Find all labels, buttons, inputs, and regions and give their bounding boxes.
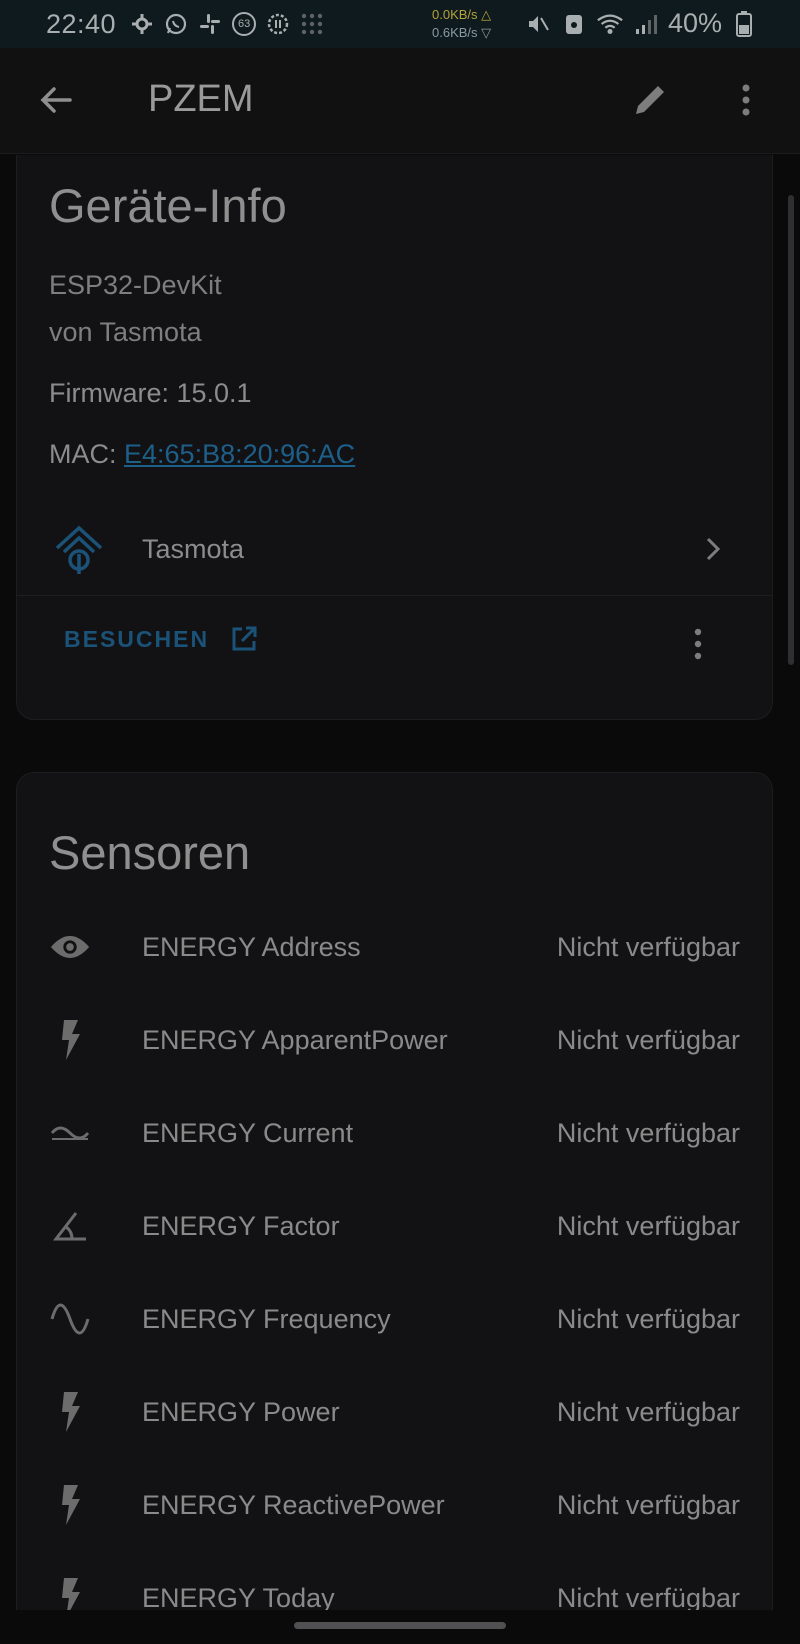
sensor-label: ENERGY ReactivePower <box>142 1490 445 1520</box>
sensor-value: Nicht verfügbar <box>556 1490 740 1520</box>
mac-label: MAC: <box>49 439 125 469</box>
sensor-row[interactable]: ENERGY Factor Nicht verfügbar <box>17 1195 772 1255</box>
edit-button[interactable] <box>628 78 672 122</box>
tasmota-logo-icon <box>53 524 105 576</box>
gear-pause-icon <box>264 10 292 38</box>
battery-saver-icon <box>560 10 588 38</box>
eye-icon <box>49 926 91 968</box>
sensor-label: ENERGY Frequency <box>142 1304 391 1334</box>
visit-device-button[interactable]: BESUCHEN <box>64 624 259 654</box>
firmware-version: Firmware: 15.0.1 <box>49 378 252 408</box>
sensor-row[interactable]: ENERGY Today Nicht verfügbar <box>17 1567 772 1610</box>
mute-icon <box>524 10 552 38</box>
sensor-label: ENERGY ApparentPower <box>142 1025 448 1055</box>
overflow-menu-button[interactable] <box>728 78 764 122</box>
device-info-card: Geräte-Info ESP32-DevKit von Tasmota Fir… <box>16 155 773 720</box>
dots-vertical-icon <box>694 628 702 660</box>
settings-gear-status-icon <box>128 10 156 38</box>
current-ac-icon <box>49 1112 91 1154</box>
apps-grid-icon <box>298 10 326 38</box>
download-speed: 0.6KB/s ▽ <box>432 25 492 40</box>
sine-wave-icon <box>49 1298 91 1340</box>
sensors-heading: Sensoren <box>49 826 251 879</box>
device-page-content[interactable]: Geräte-Info ESP32-DevKit von Tasmota Fir… <box>0 155 800 1610</box>
sensor-label: ENERGY Factor <box>142 1211 340 1241</box>
pencil-icon <box>636 86 664 114</box>
lightning-bolt-icon <box>49 1391 91 1433</box>
integration-name: Tasmota <box>142 534 245 564</box>
gesture-handle[interactable] <box>294 1622 506 1629</box>
dots-vertical-icon <box>742 84 750 116</box>
sensor-label: ENERGY Address <box>142 932 361 962</box>
sensor-value: Nicht verfügbar <box>556 1118 740 1148</box>
device-info-heading: Geräte-Info <box>49 179 287 232</box>
wifi-icon <box>596 10 624 38</box>
chevron-right-icon <box>700 534 726 564</box>
slack-icon <box>196 10 224 38</box>
status-time: 22:40 <box>46 8 117 39</box>
sensor-value: Nicht verfügbar <box>556 1025 740 1055</box>
sensor-value: Nicht verfügbar <box>556 1304 740 1334</box>
notification-count-badge: 63 <box>230 10 258 38</box>
device-model: ESP32-DevKit <box>49 270 222 300</box>
sensor-row[interactable]: ENERGY Current Nicht verfügbar <box>17 1102 772 1162</box>
integration-row-tasmota[interactable]: Tasmota <box>17 504 772 596</box>
sensor-label: ENERGY Current <box>142 1118 354 1148</box>
sensor-value: Nicht verfügbar <box>556 1211 740 1241</box>
whatsapp-icon <box>162 10 190 38</box>
sensor-row[interactable]: ENERGY Power Nicht verfügbar <box>17 1381 772 1441</box>
sensor-label: ENERGY Power <box>142 1397 340 1427</box>
back-button[interactable] <box>34 78 78 122</box>
mac-address-link[interactable]: E4:65:B8:20:96:AC <box>124 439 355 469</box>
device-manufacturer: von Tasmota <box>49 317 202 347</box>
scrollbar-thumb[interactable] <box>788 195 794 665</box>
system-status-icons: 40% <box>524 8 758 39</box>
lightning-bolt-icon <box>49 1019 91 1061</box>
sensor-row[interactable]: ENERGY ReactivePower Nicht verfügbar <box>17 1474 772 1534</box>
sensor-label: ENERGY Today <box>142 1583 335 1610</box>
sensors-card: Sensoren ENERGY Address Nicht verfügbar … <box>16 772 773 1610</box>
battery-icon <box>730 10 758 38</box>
lightning-bolt-icon <box>49 1484 91 1526</box>
sensor-value: Nicht verfügbar <box>556 1397 740 1427</box>
mac-address-row: MAC: E4:65:B8:20:96:AC <box>49 439 355 470</box>
app-bar: PZEM <box>0 48 800 154</box>
sensor-row[interactable]: ENERGY Frequency Nicht verfügbar <box>17 1288 772 1348</box>
angle-acute-icon <box>49 1205 91 1247</box>
status-bar: 22:40 63 0.0KB/s △ 0.6KB/s ▽ 40% <box>0 0 800 48</box>
integration-overflow-button[interactable] <box>690 624 706 664</box>
sensor-row[interactable]: ENERGY Address Nicht verfügbar <box>17 916 772 976</box>
lightning-bolt-icon <box>49 1577 91 1610</box>
status-notification-icons: 63 <box>128 10 326 38</box>
sensor-value: Nicht verfügbar <box>556 1583 740 1610</box>
arrow-left-icon <box>40 87 72 113</box>
signal-strength-icon <box>632 10 660 38</box>
upload-speed: 0.0KB/s △ <box>432 7 492 22</box>
battery-percentage: 40% <box>667 8 722 38</box>
open-in-new-icon <box>232 626 257 651</box>
network-speed: 0.0KB/s △ 0.6KB/s ▽ <box>432 6 491 42</box>
page-title: PZEM <box>148 78 254 120</box>
sensor-value: Nicht verfügbar <box>556 932 740 962</box>
sensor-row[interactable]: ENERGY ApparentPower Nicht verfügbar <box>17 1009 772 1069</box>
visit-label: BESUCHEN <box>64 625 210 652</box>
